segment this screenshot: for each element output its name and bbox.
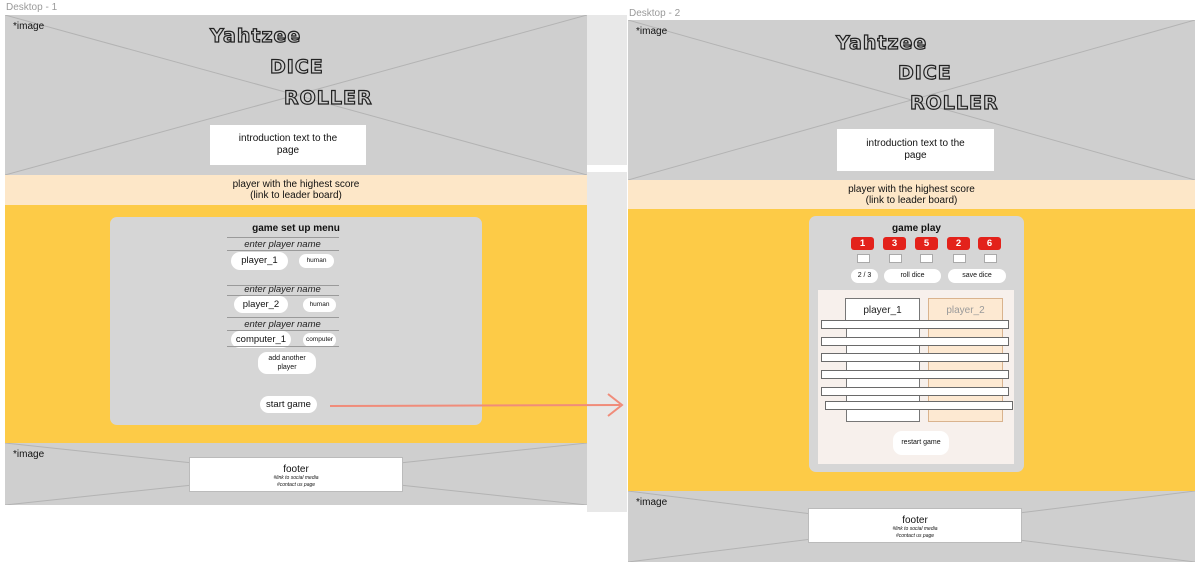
title-dice: DICE: [897, 61, 952, 84]
title-yahtzee: Yahtzee: [209, 24, 302, 47]
roll-dice-button[interactable]: roll dice: [884, 269, 941, 283]
die-2[interactable]: 3: [883, 237, 906, 250]
score-row[interactable]: [821, 320, 1009, 329]
die-1[interactable]: 1: [851, 237, 874, 250]
leaderboard-link[interactable]: (link to leader board): [848, 195, 975, 206]
highest-score-bar[interactable]: player with the highest score (link to l…: [628, 180, 1195, 209]
player-2-type-toggle[interactable]: human: [303, 298, 336, 312]
score-row[interactable]: [821, 370, 1009, 379]
die-5[interactable]: 6: [978, 237, 1001, 250]
footer-title: footer: [283, 464, 309, 475]
intro-text-box: introduction text to the page: [837, 129, 994, 171]
game-play-panel: game play 1 3 5 2 6 2 / 3 roll dice save…: [809, 216, 1024, 472]
image-tag: *image: [13, 21, 45, 32]
column-player-2[interactable]: player_2: [928, 298, 1003, 321]
add-player-button[interactable]: add another player: [258, 352, 316, 374]
footer-box: footer #link to social media #contact us…: [808, 508, 1022, 543]
hold-checkbox-3[interactable]: [920, 254, 933, 263]
hold-checkbox-5[interactable]: [984, 254, 997, 263]
highest-score-text: player with the highest score: [232, 179, 360, 190]
hold-checkbox-2[interactable]: [889, 254, 902, 263]
frame-label-desktop-2: Desktop - 2: [629, 8, 681, 19]
score-row[interactable]: [821, 337, 1009, 346]
title-roller: ROLLER: [909, 91, 999, 114]
title-yahtzee: Yahtzee: [835, 31, 928, 54]
frame-label-desktop-1: Desktop - 1: [6, 2, 58, 13]
hold-checkbox-4[interactable]: [953, 254, 966, 263]
highest-score-text: player with the highest score: [848, 183, 975, 195]
desktop-2-frame: *image Yahtzee DICE ROLLER introduction …: [628, 20, 1195, 562]
score-row[interactable]: [821, 353, 1009, 362]
image-tag: *image: [636, 26, 668, 37]
footer-box: footer #link to social media #contact us…: [189, 457, 403, 492]
image-tag: *image: [636, 497, 668, 508]
die-4[interactable]: 2: [947, 237, 970, 250]
main-yellow-section: game play 1 3 5 2 6 2 / 3 roll dice save…: [628, 209, 1195, 491]
header-image-area: *image Yahtzee DICE ROLLER introduction …: [5, 15, 587, 175]
contact-us-link[interactable]: #contact us page: [809, 533, 1021, 540]
social-media-link[interactable]: #link to social media: [809, 526, 1021, 533]
score-row[interactable]: [821, 387, 1009, 396]
player-1-name-input[interactable]: player_1: [231, 252, 288, 270]
divider: [227, 317, 339, 318]
die-3[interactable]: 5: [915, 237, 938, 250]
contact-us-link[interactable]: #contact us page: [190, 482, 402, 489]
column-player-1[interactable]: player_1: [845, 298, 920, 321]
leaderboard-link[interactable]: (link to leader board): [233, 190, 360, 201]
start-game-button[interactable]: start game: [260, 396, 317, 413]
restart-game-button[interactable]: restart game: [893, 431, 949, 455]
header-image-area: *image Yahtzee DICE ROLLER introduction …: [628, 20, 1195, 180]
desktop-1-frame: *image Yahtzee DICE ROLLER introduction …: [5, 15, 587, 505]
save-dice-button[interactable]: save dice: [948, 269, 1006, 283]
setup-menu-title: game set up menu: [252, 223, 340, 234]
player-1-type-toggle[interactable]: human: [299, 254, 334, 268]
footer-title: footer: [902, 515, 928, 526]
game-play-title: game play: [892, 223, 941, 234]
highest-score-bar[interactable]: player with the highest score (link to l…: [5, 175, 587, 205]
title-dice: DICE: [269, 55, 324, 78]
footer-image-area: *image footer #link to social media #con…: [5, 443, 587, 505]
player-2-label: enter player name: [244, 284, 321, 295]
player-2-name-input[interactable]: player_2: [234, 296, 288, 313]
title-roller: ROLLER: [283, 86, 373, 109]
canvas-gap: [587, 172, 627, 512]
image-tag: *image: [13, 449, 45, 460]
canvas-gap: [587, 15, 627, 165]
roll-counter: 2 / 3: [851, 269, 878, 283]
score-board: player_1 player_2 restart game: [818, 290, 1014, 464]
footer-image-area: *image footer #link to social media #con…: [628, 491, 1195, 562]
hold-checkbox-1[interactable]: [857, 254, 870, 263]
flow-arrow: [329, 393, 624, 417]
divider: [227, 346, 339, 347]
score-row[interactable]: [825, 401, 1013, 410]
player-3-label: enter player name: [244, 319, 321, 330]
player-3-type-toggle[interactable]: computer: [303, 333, 336, 347]
divider: [227, 237, 339, 238]
player-1-label: enter player name: [244, 239, 321, 250]
social-media-link[interactable]: #link to social media: [190, 475, 402, 482]
divider: [227, 250, 339, 251]
intro-text-box: introduction text to the page: [210, 125, 366, 165]
